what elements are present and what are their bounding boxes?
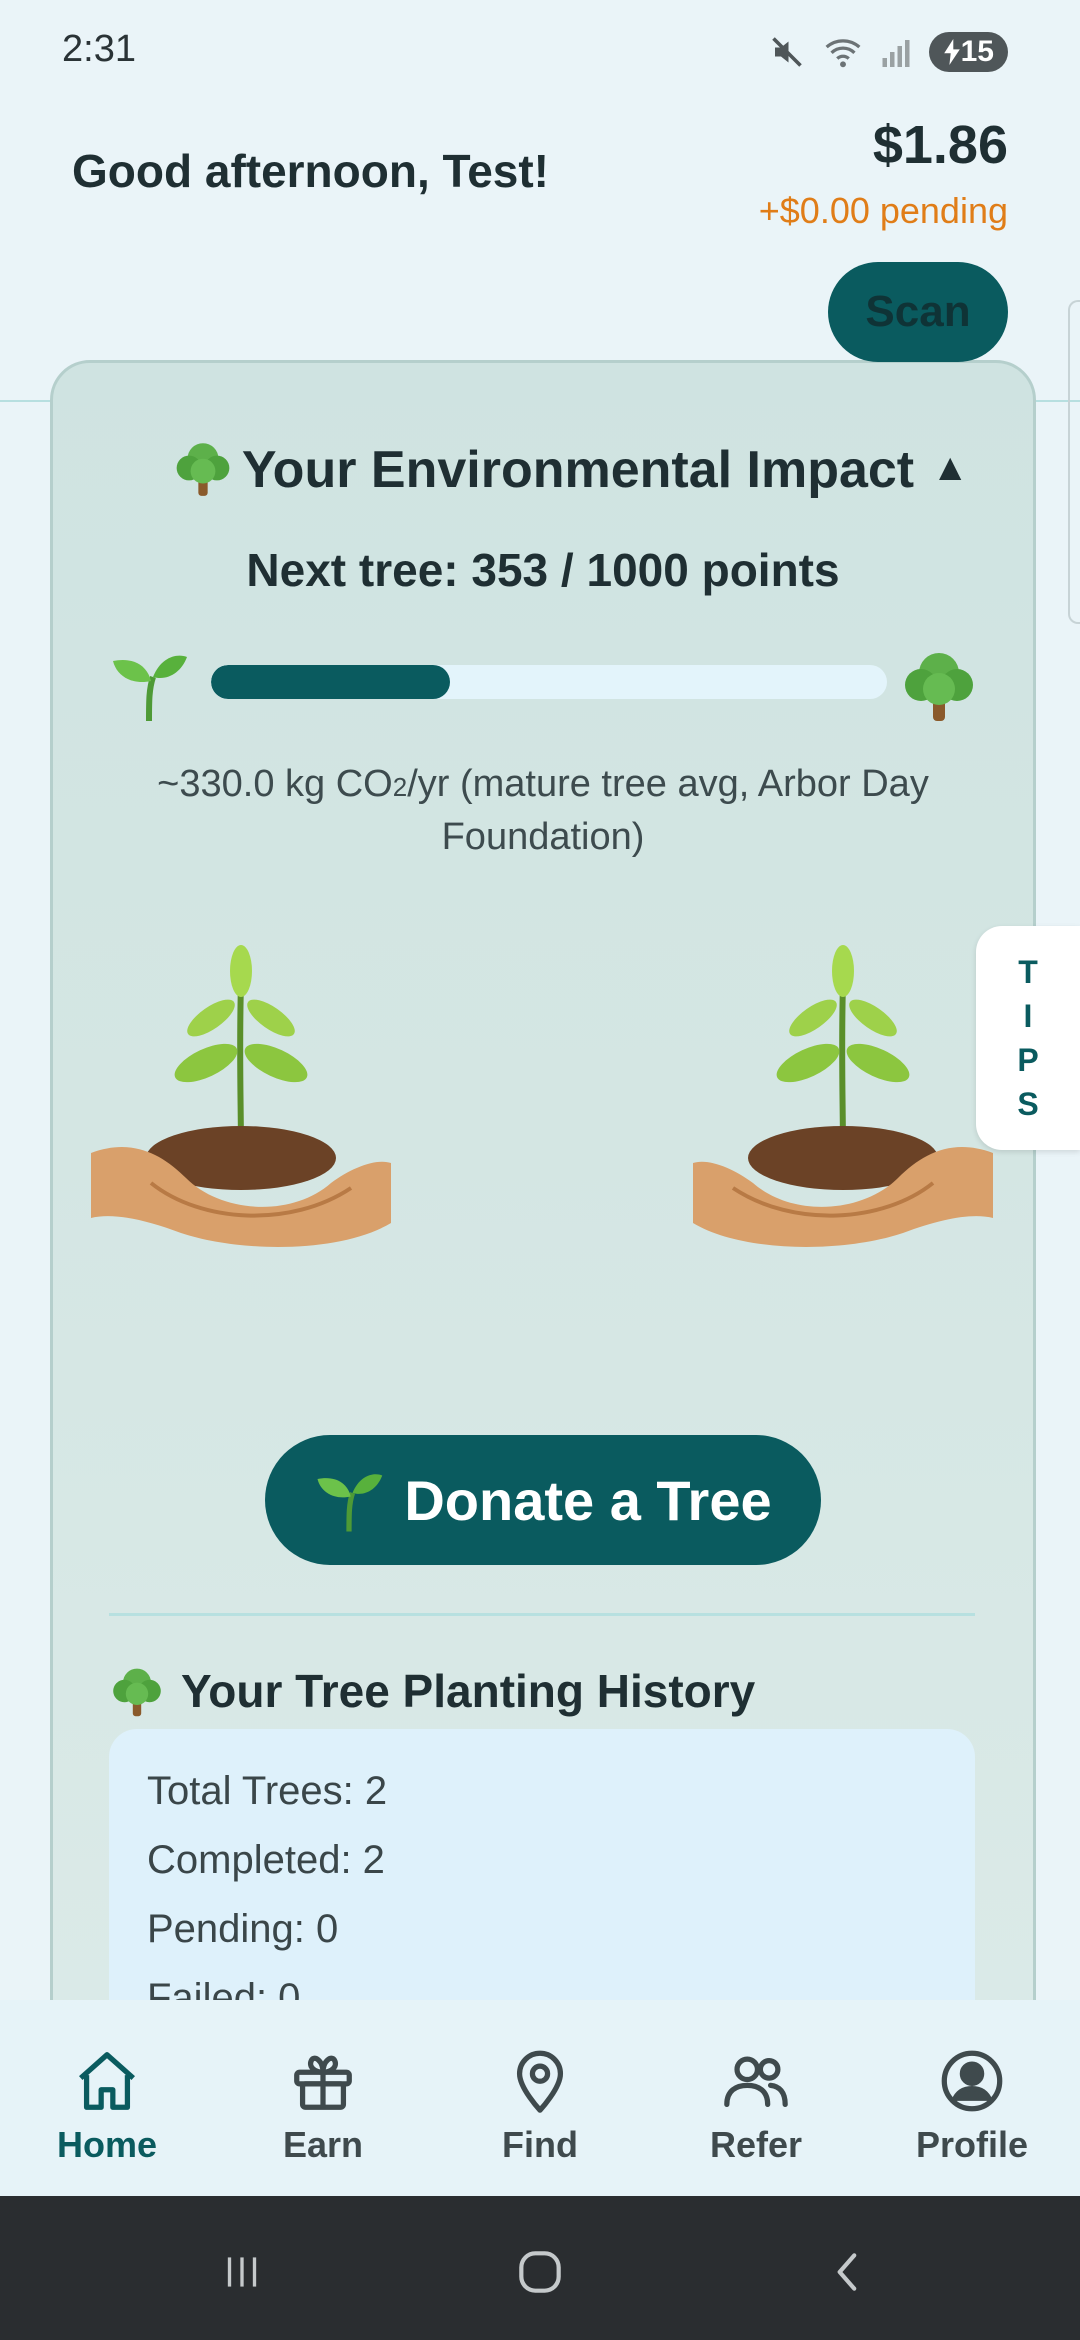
recent-apps-icon [227,2257,257,2287]
nav-refer[interactable]: Refer [681,2046,831,2166]
side-scroll-handle[interactable] [1068,300,1080,624]
donate-tree-button[interactable]: Donate a Tree [265,1435,821,1565]
donate-tree-label: Donate a Tree [404,1468,772,1532]
collapse-toggle-icon[interactable]: ▲ [931,447,969,490]
profile-icon [941,2050,1003,2112]
home-system-button[interactable] [508,2240,572,2304]
tips-letter: T [1018,954,1038,990]
back-button[interactable] [816,2240,880,2304]
nav-find-label: Find [502,2124,578,2165]
tree-goal-icon [905,653,973,721]
progress-track [211,665,887,699]
co2-prefix: ~330.0 kg CO [157,763,393,805]
co2-info: ~330.0 kg CO2/yr (mature tree avg, Arbor… [93,759,993,862]
tree-progress [109,645,979,725]
nav-home-label: Home [56,2124,158,2165]
nav-find[interactable]: Find [465,2046,615,2166]
environmental-impact-card: Your Environmental Impact ▲ Next tree: 3… [50,360,1036,2066]
back-chevron-icon [837,2253,857,2291]
history-header: Your Tree Planting History [109,1663,755,1719]
gift-icon [294,2055,352,2110]
nav-profile[interactable]: Profile [897,2046,1047,2166]
hands-holding-plant-image [693,945,993,1247]
history-total: Total Trees: 2 [147,1769,388,1813]
users-icon [724,2056,788,2107]
next-tree-progress-text: Next tree: 353 / 1000 points [246,544,840,596]
wifi-icon [825,39,861,68]
location-pin-icon [516,2050,564,2113]
tips-letter: S [1017,1086,1039,1122]
tree-icon [113,1668,161,1717]
hands-holding-plant-image [91,945,391,1247]
history-title: Your Tree Planting History [181,1665,756,1717]
history-pending: Pending: 0 [147,1907,339,1951]
tips-letter: I [1023,998,1033,1034]
co2-subscript: 2 [392,772,408,802]
section-divider [109,1613,975,1616]
sprout-icon [113,655,187,722]
scan-button[interactable]: Scan [828,262,1008,362]
battery-level: 15 [960,35,994,68]
tree-icon [176,443,230,496]
status-icons: 15 [769,30,1008,74]
tips-tab[interactable]: T I P S [976,926,1080,1150]
recent-apps-button[interactable] [210,2240,274,2304]
balance-amount: $1.86 [872,115,1008,175]
signal-icon [882,40,910,67]
status-bar: 2:31 15 [0,0,1080,100]
greeting-text: Good afternoon, Test! [72,145,550,197]
nav-refer-label: Refer [709,2124,803,2165]
impact-title-row[interactable]: Your Environmental Impact [53,437,1033,500]
history-completed: Completed: 2 [147,1838,385,1882]
co2-suffix: /yr (mature tree avg, Arbor Day Foundati… [407,763,929,858]
status-time: 2:31 [62,28,136,70]
home-icon [79,2052,135,2110]
nav-home[interactable]: Home [32,2046,182,2166]
charging-bolt-icon [943,39,960,65]
pending-amount: +$0.00 pending [758,190,1008,231]
nav-profile-label: Profile [915,2124,1029,2165]
impact-title: Your Environmental Impact [241,441,915,499]
progress-fill [211,665,450,699]
sprout-icon [317,1474,383,1532]
nav-earn[interactable]: Earn [248,2046,398,2166]
battery-indicator: 15 [928,32,1008,72]
mute-icon [771,37,802,67]
nav-earn-label: Earn [282,2124,364,2165]
home-circle-icon [519,2251,561,2293]
tips-letter: P [1017,1042,1039,1078]
